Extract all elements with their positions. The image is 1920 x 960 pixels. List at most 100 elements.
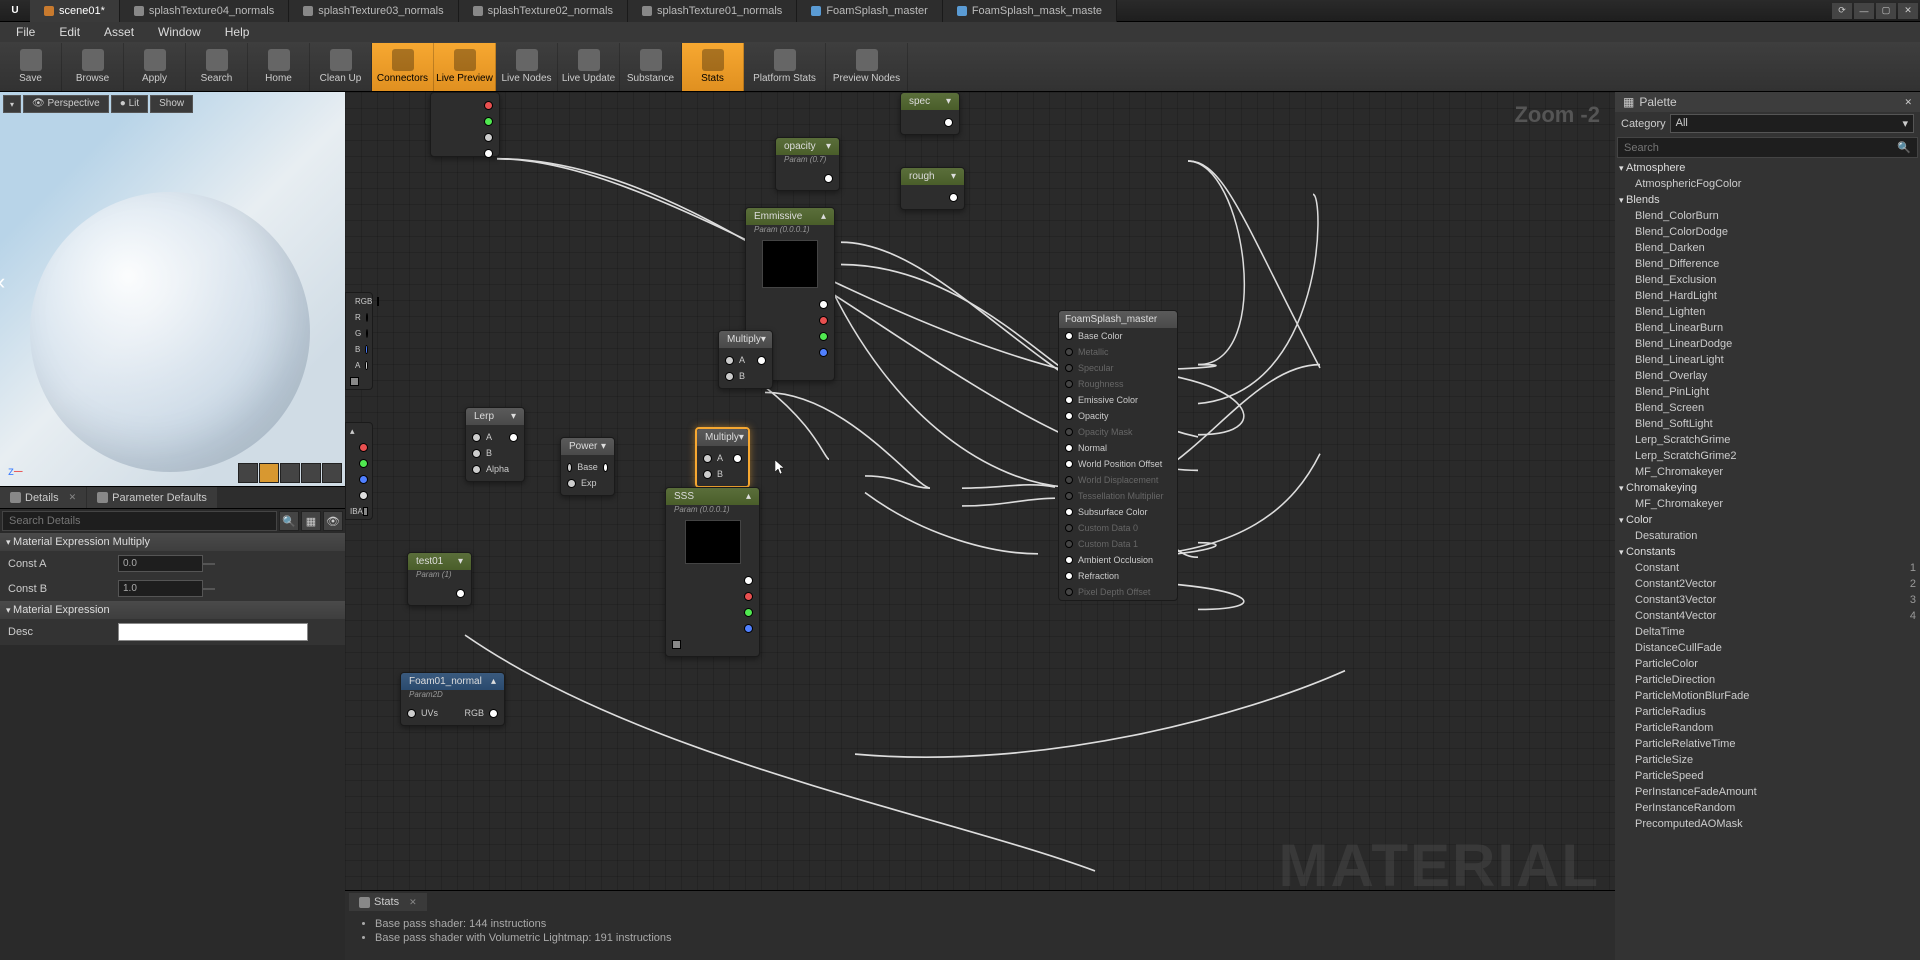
palette-item[interactable]: Blend_Difference xyxy=(1615,256,1920,272)
master-pin-normal[interactable]: Normal xyxy=(1059,440,1177,456)
palette-item[interactable]: Blend_Exclusion xyxy=(1615,272,1920,288)
tab-tex1[interactable]: splashTexture01_normals xyxy=(628,0,797,22)
palette-item[interactable]: Blend_SoftLight xyxy=(1615,416,1920,432)
lit-button[interactable]: ● Lit xyxy=(111,95,148,113)
tool-live-preview[interactable]: Live Preview xyxy=(434,43,496,91)
tool-preview-nodes[interactable]: Preview Nodes xyxy=(826,43,908,91)
close-button[interactable]: ✕ xyxy=(1898,3,1918,19)
desc-input[interactable] xyxy=(118,623,308,641)
node-rough[interactable]: rough▾ xyxy=(900,167,965,210)
tab-tex3[interactable]: splashTexture03_normals xyxy=(289,0,458,22)
spinner-icon[interactable] xyxy=(203,588,215,590)
tool-save[interactable]: Save xyxy=(0,43,62,91)
palette-item[interactable]: Constant4Vector4 xyxy=(1615,608,1920,624)
palette-item[interactable]: ParticleRelativeTime xyxy=(1615,736,1920,752)
menu-help[interactable]: Help xyxy=(213,25,262,39)
prev-arrow-icon[interactable]: ‹ xyxy=(0,269,5,295)
menu-edit[interactable]: Edit xyxy=(47,25,92,39)
close-icon[interactable]: ✕ xyxy=(409,897,417,908)
master-pin-world-position-offset[interactable]: World Position Offset xyxy=(1059,456,1177,472)
master-pin-ambient-occlusion[interactable]: Ambient Occlusion xyxy=(1059,552,1177,568)
master-pin-custom-data-0[interactable]: Custom Data 0 xyxy=(1059,520,1177,536)
node-edge-rgb[interactable]: RGB R G B A xyxy=(345,292,373,390)
master-pin-base-color[interactable]: Base Color xyxy=(1059,328,1177,344)
palette-category[interactable]: Chromakeying xyxy=(1615,480,1920,496)
source-control-icon[interactable]: ⟳ xyxy=(1832,3,1852,19)
material-graph[interactable]: Zoom -2 MATERIAL xyxy=(345,92,1615,960)
palette-item[interactable]: PerInstanceRandom xyxy=(1615,800,1920,816)
palette-search-input[interactable] xyxy=(1624,141,1897,154)
shape-cylinder-button[interactable] xyxy=(238,463,258,483)
stats-tab[interactable]: Stats✕ xyxy=(349,893,427,911)
palette-item[interactable]: Blend_Lighten xyxy=(1615,304,1920,320)
tool-live-nodes[interactable]: Live Nodes xyxy=(496,43,558,91)
palette-item[interactable]: MF_Chromakeyer xyxy=(1615,496,1920,512)
param-defaults-tab[interactable]: Parameter Defaults xyxy=(87,487,217,508)
tab-foam-master[interactable]: FoamSplash_master xyxy=(797,0,943,22)
master-pin-opacity-mask[interactable]: Opacity Mask xyxy=(1059,424,1177,440)
tab-tex2[interactable]: splashTexture02_normals xyxy=(459,0,628,22)
maximize-button[interactable]: ▢ xyxy=(1876,3,1896,19)
palette-category[interactable]: Atmosphere xyxy=(1615,160,1920,176)
palette-item[interactable]: Lerp_ScratchGrime2 xyxy=(1615,448,1920,464)
close-icon[interactable]: ✕ xyxy=(69,492,77,503)
palette-item[interactable]: Constant1 xyxy=(1615,560,1920,576)
tool-substance[interactable]: Substance xyxy=(620,43,682,91)
details-search-input[interactable] xyxy=(2,511,277,531)
filter-icon[interactable]: ▦ xyxy=(301,511,321,531)
tab-scene[interactable]: scene01* xyxy=(30,0,120,22)
section-multiply[interactable]: Material Expression Multiply xyxy=(0,533,345,551)
palette-item[interactable]: DistanceCullFade xyxy=(1615,640,1920,656)
node-multiply-2[interactable]: Multiply▾ A B xyxy=(695,427,750,488)
palette-category[interactable]: Constants xyxy=(1615,544,1920,560)
node-multiply-1[interactable]: Multiply▾ A B xyxy=(718,330,773,389)
spinner-icon[interactable] xyxy=(203,563,215,565)
palette-item[interactable]: Blend_LinearLight xyxy=(1615,352,1920,368)
master-pin-emissive-color[interactable]: Emissive Color xyxy=(1059,392,1177,408)
viewport-options-dropdown[interactable]: ▾ xyxy=(3,95,21,113)
palette-item[interactable]: Blend_LinearBurn xyxy=(1615,320,1920,336)
perspective-button[interactable]: 👁 Perspective xyxy=(23,95,109,113)
shape-mesh-button[interactable] xyxy=(322,463,342,483)
node-test01[interactable]: test01▾ Param (1) xyxy=(407,552,472,606)
node-opacity[interactable]: opacity▾ Param (0.7) xyxy=(775,137,840,191)
palette-item[interactable]: ParticleColor xyxy=(1615,656,1920,672)
master-pin-opacity[interactable]: Opacity xyxy=(1059,408,1177,424)
palette-item[interactable]: DeltaTime xyxy=(1615,624,1920,640)
node-edge-rgb2[interactable]: ▴ IBA xyxy=(345,422,373,520)
palette-item[interactable]: Blend_PinLight xyxy=(1615,384,1920,400)
node-master-output[interactable]: FoamSplash_master Base ColorMetallicSpec… xyxy=(1058,310,1178,601)
master-pin-refraction[interactable]: Refraction xyxy=(1059,568,1177,584)
show-button[interactable]: Show xyxy=(150,95,193,113)
master-pin-specular[interactable]: Specular xyxy=(1059,360,1177,376)
category-dropdown[interactable]: All ▾ xyxy=(1670,114,1914,133)
minimize-button[interactable]: — xyxy=(1854,3,1874,19)
details-tab[interactable]: Details✕ xyxy=(0,487,86,508)
node-partial-top[interactable] xyxy=(430,92,500,157)
master-pin-subsurface-color[interactable]: Subsurface Color xyxy=(1059,504,1177,520)
palette-list[interactable]: AtmosphereAtmosphericFogColorBlendsBlend… xyxy=(1615,160,1920,960)
palette-item[interactable]: ParticleSpeed xyxy=(1615,768,1920,784)
palette-item[interactable]: MF_Chromakeyer xyxy=(1615,464,1920,480)
palette-item[interactable]: Blend_HardLight xyxy=(1615,288,1920,304)
master-pin-world-displacement[interactable]: World Displacement xyxy=(1059,472,1177,488)
shape-sphere-button[interactable] xyxy=(259,463,279,483)
shape-cube-button[interactable] xyxy=(301,463,321,483)
tool-connectors[interactable]: Connectors xyxy=(372,43,434,91)
tool-stats[interactable]: Stats xyxy=(682,43,744,91)
const-b-input[interactable] xyxy=(118,580,203,597)
tool-browse[interactable]: Browse xyxy=(62,43,124,91)
palette-item[interactable]: AtmosphericFogColor xyxy=(1615,176,1920,192)
material-preview-viewport[interactable]: ▾ 👁 Perspective ● Lit Show ‹ z─ xyxy=(0,92,345,487)
node-power[interactable]: Power▾ Base Exp xyxy=(560,437,615,496)
node-lerp[interactable]: Lerp▾ A B Alpha xyxy=(465,407,525,482)
palette-category[interactable]: Color xyxy=(1615,512,1920,528)
node-foam-normal[interactable]: Foam01_normal▴ Param2D UVsRGB xyxy=(400,672,505,726)
tool-apply[interactable]: Apply xyxy=(124,43,186,91)
menu-file[interactable]: File xyxy=(4,25,47,39)
palette-item[interactable]: Constant3Vector3 xyxy=(1615,592,1920,608)
palette-item[interactable]: PrecomputedAOMask xyxy=(1615,816,1920,832)
palette-item[interactable]: PerInstanceFadeAmount xyxy=(1615,784,1920,800)
tool-search[interactable]: Search xyxy=(186,43,248,91)
shape-plane-button[interactable] xyxy=(280,463,300,483)
